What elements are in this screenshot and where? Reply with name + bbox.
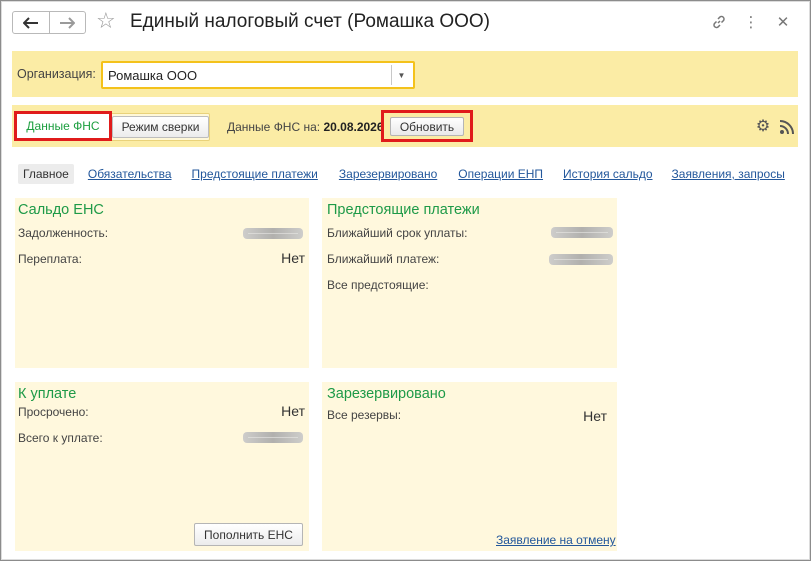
all-reserves-label: Все резервы:	[327, 408, 402, 422]
tab-bar: Главное Обязательства Предстоящие платеж…	[18, 164, 785, 184]
arrow-left-icon	[22, 16, 38, 29]
organization-label: Организация:	[17, 67, 96, 81]
all-upcoming-label: Все предстоящие:	[327, 278, 429, 292]
total-to-pay-value-redacted	[243, 432, 303, 443]
segment-reconcile[interactable]: Режим сверки	[112, 116, 209, 138]
refresh-button[interactable]: Обновить	[390, 117, 464, 136]
fns-date: Данные ФНС на: 20.08.2026	[227, 120, 384, 134]
nearest-due-label: Ближайший срок уплаты:	[327, 226, 468, 240]
tab-reserved[interactable]: Зарезервировано	[339, 164, 437, 184]
card-to-pay: К уплате Просрочено: Нет Всего к уплате:…	[15, 382, 309, 551]
title-bar: ☆ Единый налоговый счет (Ромашка ООО) ⋮ …	[1, 1, 810, 45]
back-button[interactable]	[13, 12, 49, 33]
card-saldo: Сальдо ЕНС Задолженность: Переплата: Нет	[15, 198, 309, 368]
debt-label: Задолженность:	[18, 226, 109, 240]
total-to-pay-label: Всего к уплате:	[18, 431, 103, 445]
nearest-due-value-redacted	[551, 227, 613, 238]
nav-buttons	[12, 11, 86, 34]
tab-upcoming-payments[interactable]: Предстоящие платежи	[192, 164, 318, 184]
star-icon[interactable]: ☆	[96, 9, 116, 33]
gear-icon[interactable]: ⚙	[754, 118, 772, 136]
organization-bar: Организация: ▼	[12, 51, 798, 97]
segment-fns-data[interactable]: Данные ФНС	[14, 111, 112, 141]
card-upcoming: Предстоящие платежи Ближайший срок уплат…	[322, 198, 617, 368]
overdue-label: Просрочено:	[18, 405, 89, 419]
tab-balance-history[interactable]: История сальдо	[563, 164, 652, 184]
cancel-application-link[interactable]: Заявление на отмену	[496, 533, 616, 547]
card-saldo-title: Сальдо ЕНС	[18, 202, 104, 218]
organization-field[interactable]: ▼	[101, 61, 415, 89]
nearest-payment-label: Ближайший платеж:	[327, 252, 440, 266]
fns-date-label: Данные ФНС на:	[227, 120, 321, 134]
overpay-value: Нет	[281, 250, 305, 266]
toolbar: Данные ФНС Режим сверки Данные ФНС на: 2…	[12, 105, 798, 147]
card-reserved: Зарезервировано Все резервы: Нет Заявлен…	[322, 382, 617, 551]
segment-fns-label: Данные ФНС	[26, 119, 100, 133]
overpay-label: Переплата:	[18, 252, 82, 266]
link-icon[interactable]	[710, 13, 728, 31]
organization-input[interactable]	[106, 66, 388, 84]
fns-date-value: 20.08.2026	[323, 120, 384, 134]
debt-value-redacted	[243, 228, 303, 239]
card-upcoming-title: Предстоящие платежи	[327, 202, 480, 218]
title-actions: ⋮ ✕	[710, 13, 792, 31]
tab-enp-operations[interactable]: Операции ЕНП	[458, 164, 543, 184]
app-window: ☆ Единый налоговый счет (Ромашка ООО) ⋮ …	[0, 0, 811, 561]
tab-applications[interactable]: Заявления, запросы	[672, 164, 785, 184]
close-icon[interactable]: ✕	[774, 13, 792, 31]
card-to-pay-title: К уплате	[18, 386, 77, 402]
tab-main[interactable]: Главное	[18, 164, 74, 184]
topup-ens-button[interactable]: Пополнить ЕНС	[194, 523, 303, 546]
refresh-highlight: Обновить	[381, 110, 473, 142]
chevron-down-icon[interactable]: ▼	[391, 65, 411, 85]
more-vertical-icon[interactable]: ⋮	[742, 13, 760, 31]
page-title: Единый налоговый счет (Ромашка ООО)	[130, 11, 491, 32]
nearest-payment-value-redacted	[549, 254, 613, 265]
card-reserved-title: Зарезервировано	[327, 386, 446, 402]
arrow-right-icon	[60, 16, 76, 29]
forward-button[interactable]	[48, 12, 85, 33]
tab-obligations[interactable]: Обязательства	[88, 164, 172, 184]
rss-icon[interactable]	[779, 119, 795, 135]
all-reserves-value: Нет	[583, 408, 607, 424]
overdue-value: Нет	[281, 403, 305, 419]
